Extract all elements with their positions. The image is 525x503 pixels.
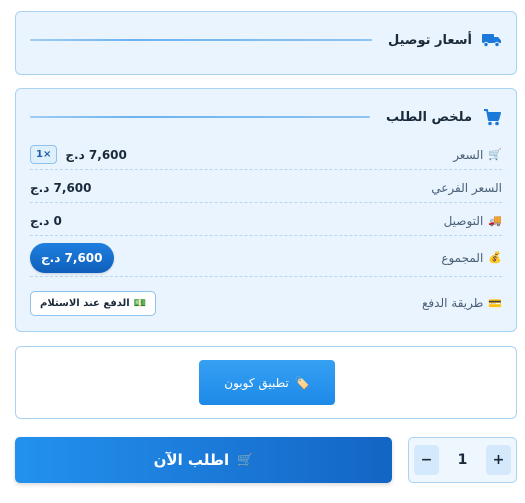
price-value-group: 7,600 د.ج ×1 bbox=[30, 145, 127, 164]
apply-coupon-button[interactable]: 🏷️ تطبيق كوبون bbox=[199, 360, 335, 405]
header-divider bbox=[30, 116, 370, 118]
quantity-value[interactable]: 1 bbox=[458, 452, 468, 468]
shipping-title: أسعار توصيل bbox=[388, 32, 472, 48]
quantity-stepper: − 1 + bbox=[408, 437, 517, 483]
cart-icon bbox=[482, 108, 502, 126]
price-label-group: 🛒 السعر bbox=[453, 148, 502, 162]
summary-title: ملخص الطلب bbox=[385, 109, 472, 125]
subtotal-row: 7,600 د.ج السعر الفرعي bbox=[30, 173, 502, 203]
subtotal-value-group: 7,600 د.ج bbox=[30, 181, 92, 195]
header-divider bbox=[30, 39, 373, 41]
payment-method-label: طريقة الدفع bbox=[422, 296, 484, 310]
delivery-row: 0 د.ج 🚚 التوصيل bbox=[30, 206, 502, 236]
cash-icon: 💵 bbox=[133, 297, 147, 309]
delivery-value-group: 0 د.ج bbox=[30, 214, 62, 228]
decrease-quantity-button[interactable]: − bbox=[414, 445, 439, 475]
price-value: 7,600 د.ج bbox=[65, 147, 127, 162]
cart-emoji-icon: 🛒 bbox=[488, 148, 502, 161]
payment-method-row: 💵 الدفع عند الاستلام 💳 طريقة الدفع bbox=[30, 284, 502, 322]
payment-method-chip[interactable]: 💵 الدفع عند الاستلام bbox=[30, 290, 157, 316]
price-label: السعر bbox=[453, 147, 484, 162]
shipping-header: أسعار توصيل bbox=[30, 29, 502, 51]
order-summary-card: ملخص الطلب 7,600 د.ج ×1 🛒 السعر 7,600 د.… bbox=[15, 88, 517, 332]
subtotal-label-group: السعر الفرعي bbox=[431, 181, 502, 195]
total-label: المجموع bbox=[441, 250, 484, 265]
delivery-label-group: 🚚 التوصيل bbox=[444, 214, 502, 228]
quantity-badge: ×1 bbox=[30, 145, 58, 164]
delivery-value: 0 د.ج bbox=[30, 213, 62, 228]
total-value: 7,600 د.ج bbox=[30, 242, 114, 273]
payment-label-group: 💳 طريقة الدفع bbox=[422, 296, 502, 310]
money-bag-icon: 💰 bbox=[488, 251, 502, 264]
truck-icon bbox=[482, 31, 502, 49]
tag-icon: 🏷️ bbox=[294, 375, 310, 390]
shipping-prices-card[interactable]: أسعار توصيل bbox=[15, 11, 517, 75]
delivery-label: التوصيل bbox=[443, 213, 484, 228]
payment-method-value: الدفع عند الاستلام bbox=[40, 297, 130, 309]
cart-emoji-icon: 🛒 bbox=[237, 452, 254, 468]
subtotal-value: 7,600 د.ج bbox=[30, 180, 92, 195]
increase-quantity-button[interactable]: + bbox=[486, 445, 511, 475]
price-row: 7,600 د.ج ×1 🛒 السعر bbox=[30, 140, 502, 170]
apply-coupon-label: تطبيق كوبون bbox=[224, 375, 289, 390]
payment-value-group: 💵 الدفع عند الاستلام bbox=[30, 290, 157, 316]
subtotal-label: السعر الفرعي bbox=[431, 180, 502, 195]
order-now-button[interactable]: 🛒 اطلب الآن bbox=[15, 437, 392, 483]
total-row: 7,600 د.ج 💰 المجموع bbox=[30, 239, 502, 277]
coupon-card: 🏷️ تطبيق كوبون bbox=[15, 346, 517, 419]
card-icon: 💳 bbox=[488, 296, 502, 310]
total-label-group: 💰 المجموع bbox=[441, 251, 502, 265]
total-value-group: 7,600 د.ج bbox=[30, 242, 114, 273]
order-now-label: اطلب الآن bbox=[153, 451, 230, 469]
summary-header: ملخص الطلب bbox=[30, 106, 502, 128]
truck-emoji-icon: 🚚 bbox=[488, 214, 502, 227]
